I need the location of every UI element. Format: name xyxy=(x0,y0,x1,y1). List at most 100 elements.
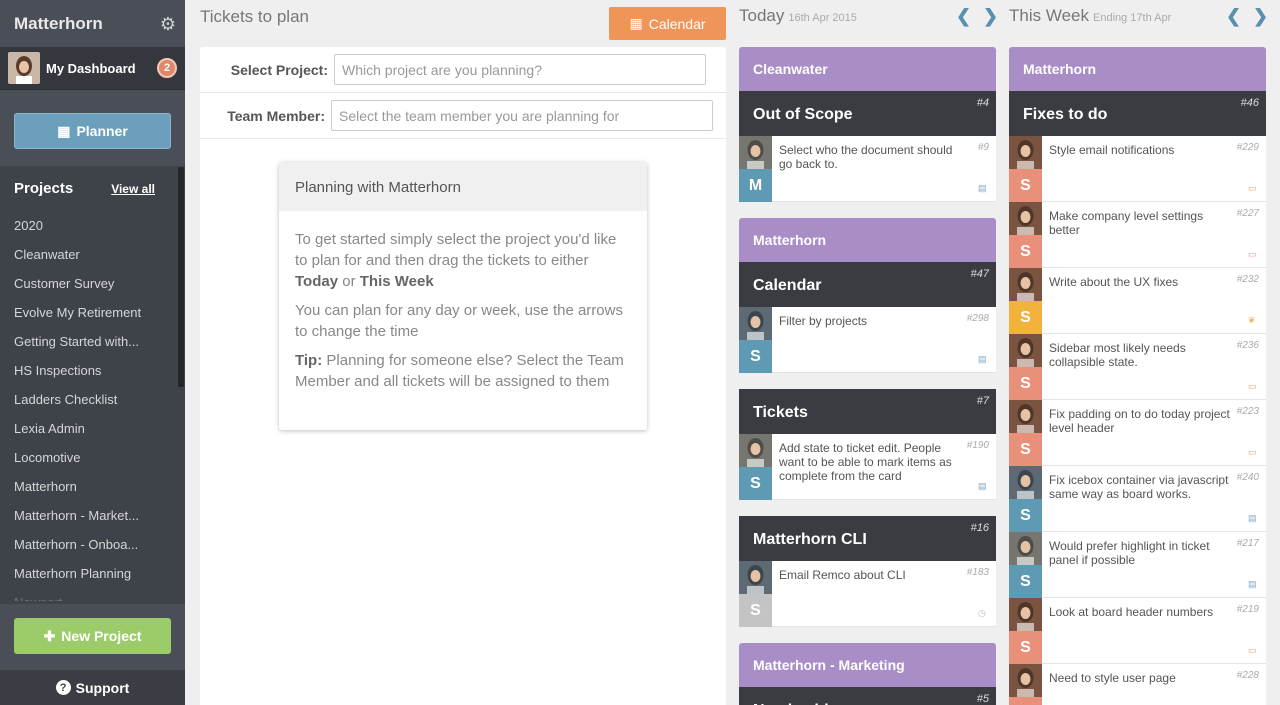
group-gap xyxy=(739,627,996,643)
plan-title: Tickets to plan xyxy=(200,7,309,26)
ticket-card[interactable]: S Style email notifications #229 ▭ xyxy=(1009,136,1266,202)
project-item[interactable]: Matterhorn - Onboa... xyxy=(0,530,185,559)
notification-badge[interactable]: 2 xyxy=(157,58,177,78)
planner-label: Planner xyxy=(76,123,128,139)
ticket-card[interactable]: S Fix icebox container via javascript sam… xyxy=(1009,466,1266,532)
project-item[interactable]: Lexia Admin xyxy=(0,414,185,443)
list-header: Matterhorn CLI #16 xyxy=(739,516,996,561)
dashboard-link[interactable]: My Dashboard 2 xyxy=(0,47,185,90)
ticket-number: #190 xyxy=(966,440,989,451)
avatar xyxy=(1009,598,1042,631)
ticket-card[interactable]: S Write about the UX fixes #232 ❦ xyxy=(1009,268,1266,334)
image-icon: ▭ xyxy=(1248,183,1257,193)
planner-button[interactable]: ▦ Planner xyxy=(14,113,171,149)
project-header: Matterhorn xyxy=(739,218,996,262)
avatar xyxy=(739,561,772,594)
project-item[interactable]: HS Inspections xyxy=(0,356,185,385)
ticket-card[interactable]: S Fix padding on to do today project leve… xyxy=(1009,400,1266,466)
team-member-row: Team Member: Select the team member you … xyxy=(200,93,726,139)
project-item[interactable]: Getting Started with... xyxy=(0,327,185,356)
support-label: Support xyxy=(75,679,130,696)
ticket-number: #229 xyxy=(1236,142,1259,153)
week-next-arrow-icon[interactable]: ❯ xyxy=(1253,6,1268,27)
view-all-link[interactable]: View all xyxy=(111,182,155,196)
ticket-card[interactable]: S Add state to ticket edit. People want t… xyxy=(739,434,996,500)
week-prev-arrow-icon[interactable]: ❮ xyxy=(1226,6,1241,27)
ticket-card[interactable]: S Look at board header numbers #219 ▭ xyxy=(1009,598,1266,664)
project-item[interactable]: Matterhorn xyxy=(0,472,185,501)
ticket-number: #217 xyxy=(1236,538,1259,549)
assignee-letter: S xyxy=(739,467,772,500)
image-icon: ▭ xyxy=(1248,249,1257,259)
assignee-letter: S xyxy=(1009,235,1042,268)
list-number: #16 xyxy=(970,522,989,534)
today-next-arrow-icon[interactable]: ❯ xyxy=(983,6,998,27)
project-header: Matterhorn - Marketing xyxy=(739,643,996,687)
ticket-text: Fix padding on to do today project level… xyxy=(1049,407,1230,435)
project-item[interactable]: Cleanwater xyxy=(0,240,185,269)
ticket-text: Style email notifications xyxy=(1049,143,1175,157)
ticket-text: Filter by projects xyxy=(779,314,868,328)
app-title[interactable]: Matterhorn xyxy=(14,14,103,34)
ticket-card[interactable]: S Email Remco about CLI #183 ◷ xyxy=(739,561,996,627)
ticket-card[interactable]: SNeed to style user page#228▭ xyxy=(1009,664,1266,705)
ticket-number: #227 xyxy=(1236,208,1259,219)
select-project-row: Select Project: Which project are you pl… xyxy=(200,47,726,93)
image-icon: ▭ xyxy=(1248,381,1257,391)
plan-panel: Select Project: Which project are you pl… xyxy=(200,47,726,705)
support-link[interactable]: ? Support xyxy=(0,670,185,705)
project-item[interactable]: Ladders Checklist xyxy=(0,385,185,414)
avatar xyxy=(739,307,772,340)
list-number: #46 xyxy=(1240,97,1259,109)
list-name: Matterhorn CLI xyxy=(753,531,867,548)
avatar xyxy=(1009,334,1042,367)
calendar-button[interactable]: ▦ Calendar xyxy=(609,7,726,40)
list-name: Calendar xyxy=(753,277,822,294)
ticket-number: #183 xyxy=(966,567,989,578)
ticket-number: #228 xyxy=(1236,670,1259,681)
new-project-button[interactable]: ✚ New Project xyxy=(14,618,171,654)
select-project-label: Select Project: xyxy=(230,61,328,78)
planner-section: ▦ Planner xyxy=(0,90,185,166)
team-member-input[interactable]: Select the team member you are planning … xyxy=(331,100,713,131)
avatar xyxy=(1009,268,1042,301)
info-paragraph: To get started simply select the project… xyxy=(295,229,631,292)
ticket-card[interactable]: S Sidebar most likely needs collapsible s… xyxy=(1009,334,1266,400)
gear-icon[interactable]: ⚙ xyxy=(159,15,177,33)
today-date: 16th Apr 2015 xyxy=(788,12,857,24)
info-card: Planning with Matterhorn To get started … xyxy=(279,162,647,430)
team-member-label: Team Member: xyxy=(227,107,325,124)
image-icon: ▭ xyxy=(1248,447,1257,457)
ticket-text: Add state to ticket edit. People want to… xyxy=(779,441,952,483)
ticket-card[interactable]: S Filter by projects #298 ▤ xyxy=(739,307,996,373)
question-icon: ? xyxy=(55,680,71,695)
info-paragraph: You can plan for any day or week, use th… xyxy=(295,302,623,340)
avatar xyxy=(1009,202,1042,235)
project-item[interactable]: Newport xyxy=(0,588,185,601)
project-item[interactable]: Customer Survey xyxy=(0,269,185,298)
project-item[interactable]: Locomotive xyxy=(0,443,185,472)
assignee-letter: S xyxy=(739,340,772,373)
projects-label: Projects xyxy=(14,180,74,197)
assignee-letter: S xyxy=(1009,499,1042,532)
project-item[interactable]: 2020 xyxy=(0,211,185,240)
list-header: Tickets #7 xyxy=(739,389,996,434)
project-item[interactable]: Matterhorn - Market... xyxy=(0,501,185,530)
ticket-number: #236 xyxy=(1236,340,1259,351)
sidebar-scrollbar[interactable] xyxy=(178,167,184,387)
list-header: Calendar #47 xyxy=(739,262,996,307)
select-project-input[interactable]: Which project are you planning? xyxy=(334,54,706,85)
assignee-letter: S xyxy=(1009,697,1042,705)
info-text: To get started simply select the project… xyxy=(295,231,617,269)
leaf-icon: ❦ xyxy=(1248,315,1256,325)
projects-header: Projects View all xyxy=(0,166,185,206)
ticket-card[interactable]: S Would prefer highlight in ticket panel … xyxy=(1009,532,1266,598)
group-gap xyxy=(739,202,996,218)
ticket-card[interactable]: S Make company level settings better #227 ▭ xyxy=(1009,202,1266,268)
today-prev-arrow-icon[interactable]: ❮ xyxy=(956,6,971,27)
ticket-card[interactable]: M Select who the document should go back … xyxy=(739,136,996,202)
ticket-text: Fix icebox container via javascript same… xyxy=(1049,473,1229,501)
list-number: #4 xyxy=(976,97,989,109)
project-item[interactable]: Matterhorn Planning xyxy=(0,559,185,588)
project-item[interactable]: Evolve My Retirement xyxy=(0,298,185,327)
